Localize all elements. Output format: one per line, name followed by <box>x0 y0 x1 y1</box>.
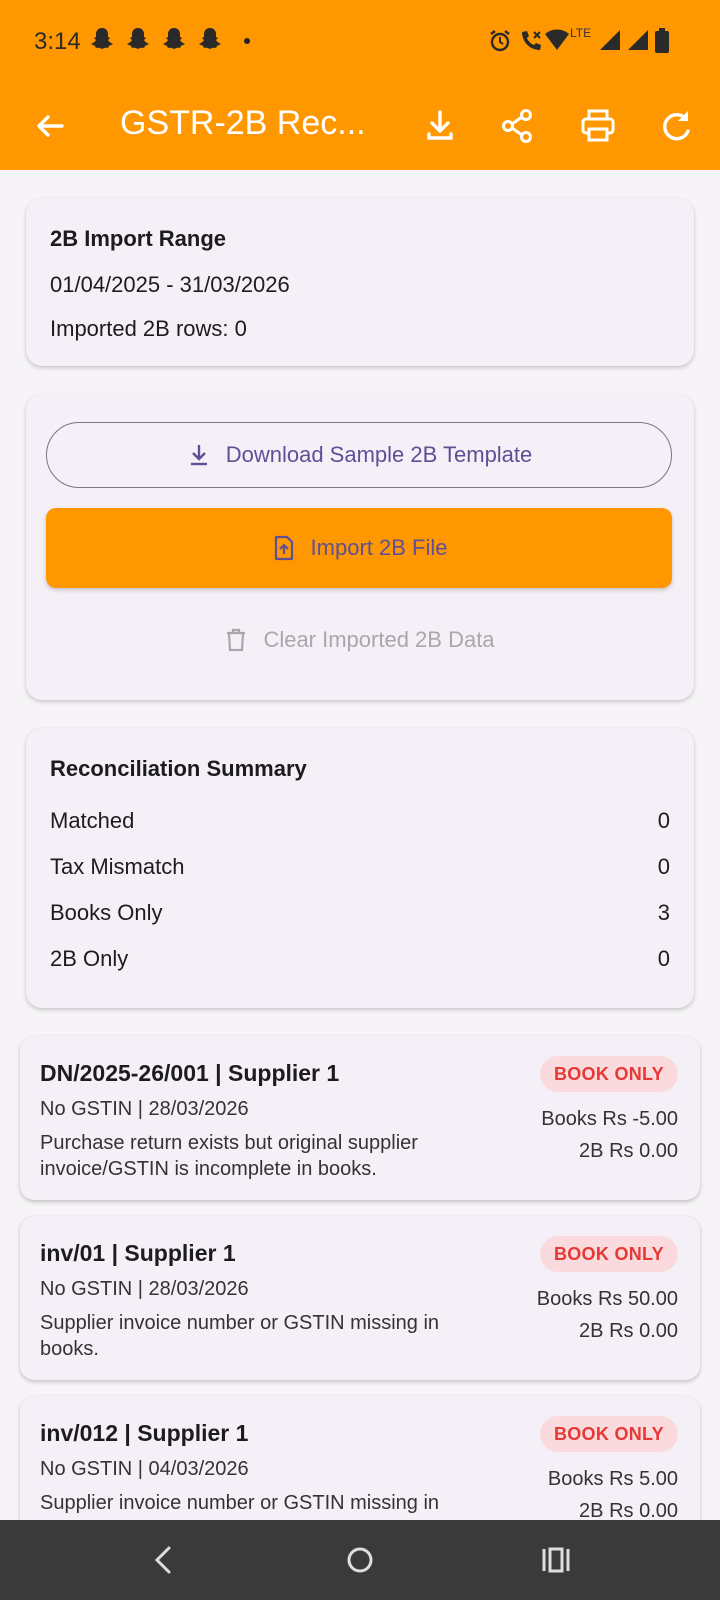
refresh-icon[interactable] <box>656 106 696 146</box>
app-bar: GSTR-2B Rec... <box>0 86 720 170</box>
status-badge: BOOK ONLY <box>539 1056 678 1092</box>
lte-signal-icon <box>600 30 620 50</box>
wifi-icon <box>545 29 569 50</box>
summary-row-books-only: Books Only 3 <box>50 900 670 926</box>
entry-note: Purchase return exists but original supp… <box>40 1132 418 1180</box>
books-amount: Books Rs 50.00 <box>536 1288 678 1310</box>
snapchat-icon <box>127 28 149 49</box>
network-type: LTE <box>570 26 592 40</box>
books-amount: Books Rs 5.00 <box>547 1468 678 1490</box>
download-icon <box>190 445 207 466</box>
back-arrow-icon[interactable] <box>30 106 70 146</box>
import-file-label: Import 2B File <box>310 535 448 560</box>
summary-heading: Reconciliation Summary <box>50 756 307 781</box>
books-amount: Books Rs -5.00 <box>541 1108 678 1130</box>
entry-title: inv/01 | Supplier 1 <box>40 1240 236 1266</box>
battery-icon <box>655 28 669 53</box>
imported-rows-count: Imported 2B rows: 0 <box>50 316 247 341</box>
snapchat-icon <box>163 28 185 49</box>
entry-title: DN/2025-26/001 | Supplier 1 <box>40 1060 340 1086</box>
clear-data-label: Clear Imported 2B Data <box>263 627 495 652</box>
entry-details: No GSTIN | 04/03/2026 <box>40 1458 249 1480</box>
entry-title: inv/012 | Supplier 1 <box>40 1420 249 1446</box>
import-range-card: 2B Import Range 01/04/2025 - 31/03/2026 … <box>26 198 694 366</box>
alarm-icon <box>490 30 510 52</box>
summary-value: 0 <box>657 854 670 879</box>
summary-label: Tax Mismatch <box>50 854 185 879</box>
download-template-button[interactable]: Download Sample 2B Template <box>46 422 672 488</box>
import-file-button[interactable]: Import 2B File <box>46 508 672 588</box>
system-nav-bar <box>0 1520 720 1600</box>
summary-label: Books Only <box>50 900 163 925</box>
status-badge: BOOK ONLY <box>539 1416 678 1452</box>
reconciliation-summary-card: Reconciliation Summary Matched 0 Tax Mis… <box>26 728 694 1008</box>
download-icon[interactable] <box>420 106 460 146</box>
wifi-calling-icon <box>522 31 541 50</box>
import-range-heading: 2B Import Range <box>50 226 227 251</box>
entry-details: No GSTIN | 28/03/2026 <box>40 1278 249 1300</box>
entry-details: No GSTIN | 28/03/2026 <box>40 1098 249 1120</box>
summary-value: 0 <box>657 946 670 971</box>
status-time: 3:14 <box>34 28 81 55</box>
reconciliation-entry[interactable]: DN/2025-26/001 | Supplier 1 BOOK ONLY No… <box>20 1036 700 1200</box>
reconciliation-entry[interactable]: inv/01 | Supplier 1 BOOK ONLY No GSTIN |… <box>20 1216 700 1380</box>
summary-row-tax-mismatch: Tax Mismatch 0 <box>50 854 670 880</box>
signal-icon <box>628 30 648 50</box>
summary-label: 2B Only <box>50 946 129 971</box>
recents-nav-icon[interactable] <box>536 1540 576 1580</box>
import-actions-card: Download Sample 2B Template Import 2B Fi… <box>26 394 694 700</box>
import-range-dates: 01/04/2025 - 31/03/2026 <box>50 272 290 297</box>
status-bar: 3:14 LTE <box>0 0 720 86</box>
file-upload-icon <box>274 535 293 561</box>
download-template-label: Download Sample 2B Template <box>225 442 533 467</box>
2b-amount: 2B Rs 0.00 <box>579 1140 678 1162</box>
status-badge: BOOK ONLY <box>539 1236 678 1272</box>
print-icon[interactable] <box>578 106 618 146</box>
back-nav-icon[interactable] <box>144 1540 184 1580</box>
summary-row-2b-only: 2B Only 0 <box>50 946 670 972</box>
summary-label: Matched <box>50 808 135 833</box>
home-nav-icon[interactable] <box>340 1540 380 1580</box>
entry-note: Supplier invoice number or GSTIN missing… <box>40 1312 440 1360</box>
snapchat-icon <box>199 28 221 49</box>
snapchat-icon <box>91 28 113 49</box>
summary-value: 0 <box>657 808 670 833</box>
page-title: GSTR-2B Rec... <box>120 104 366 142</box>
share-icon[interactable] <box>498 106 538 146</box>
2b-amount: 2B Rs 0.00 <box>579 1320 678 1342</box>
summary-row-matched: Matched 0 <box>50 808 670 834</box>
trash-icon <box>227 628 246 652</box>
clear-data-button[interactable]: Clear Imported 2B Data <box>46 612 672 668</box>
summary-value: 3 <box>657 900 670 925</box>
notification-dot <box>244 38 250 44</box>
